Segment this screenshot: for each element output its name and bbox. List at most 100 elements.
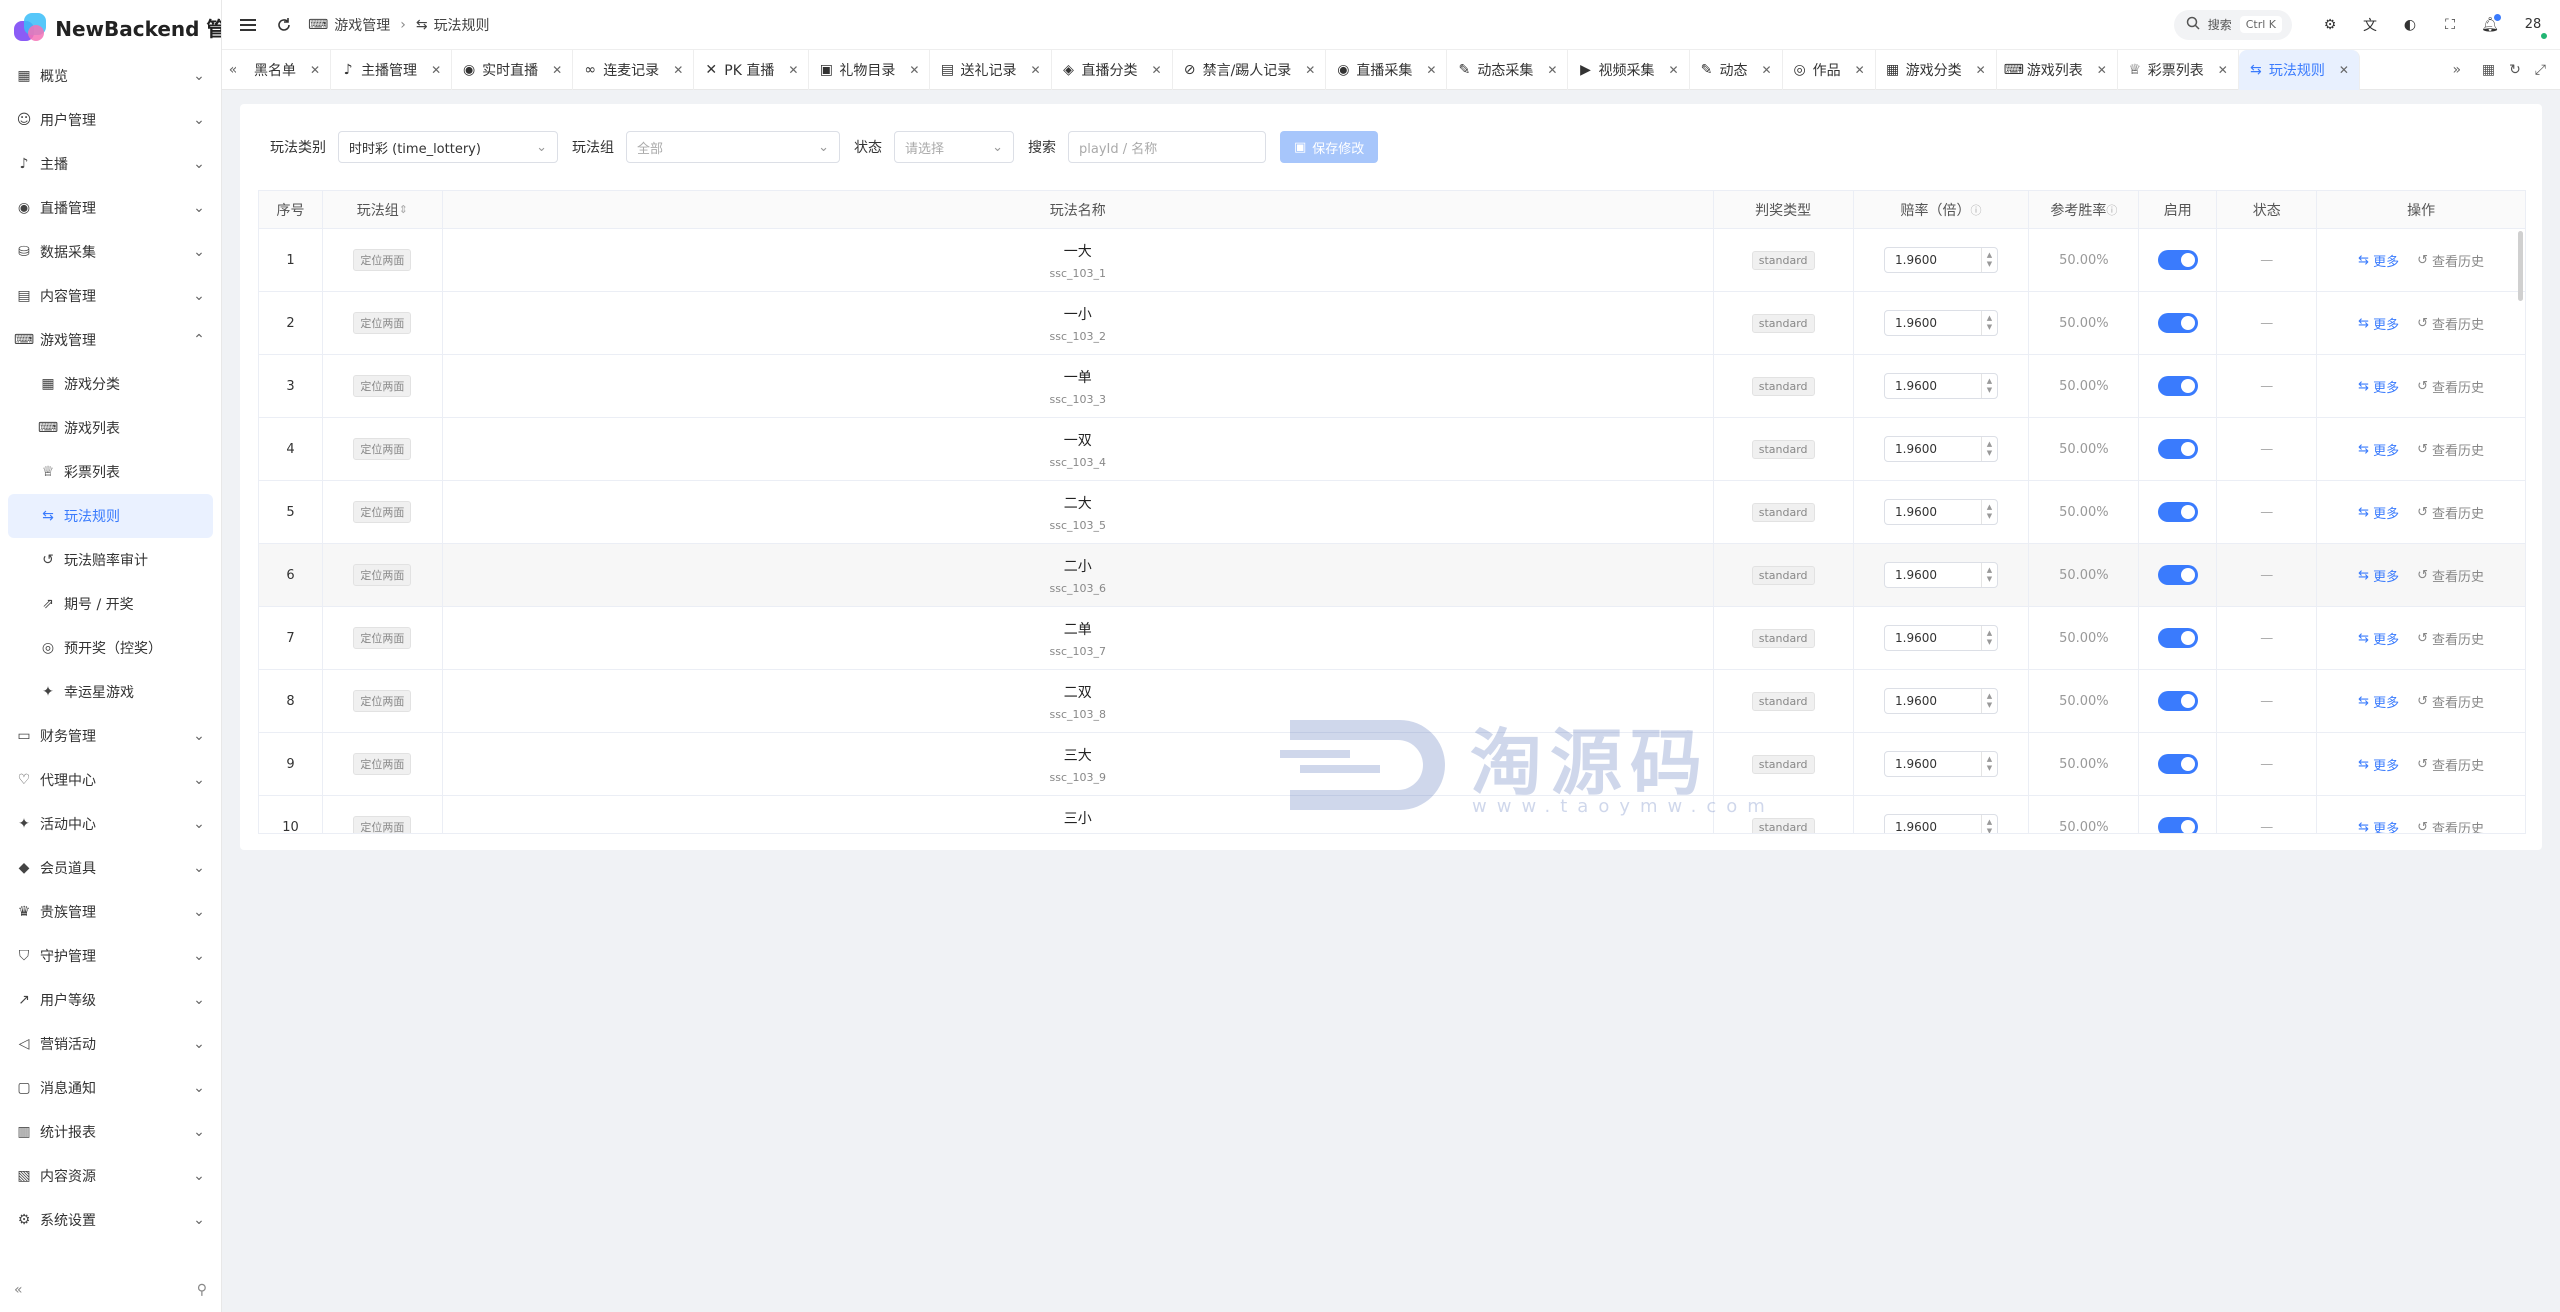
odds-stepper[interactable]: 1.9600 ▲ ▼	[1884, 688, 1998, 714]
translate-icon[interactable]: 文	[2359, 14, 2381, 36]
sidebar-item-sidebar-items-0[interactable]: ▦ 概览 ⌄	[0, 54, 221, 98]
stepper-arrows-icon[interactable]: ▲ ▼	[1981, 311, 1997, 335]
odds-stepper[interactable]: 1.9600 ▲ ▼	[1884, 310, 1998, 336]
view-history-button[interactable]: ↺ 查看历史	[2417, 314, 2484, 333]
close-icon[interactable]: ✕	[1305, 63, 1315, 77]
view-history-button[interactable]: ↺ 查看历史	[2417, 440, 2484, 459]
enabled-toggle[interactable]	[2157, 817, 2198, 833]
view-history-button[interactable]: ↺ 查看历史	[2417, 566, 2484, 585]
stepper-arrows-icon[interactable]: ▲ ▼	[1981, 626, 1997, 650]
stepper-arrows-icon[interactable]: ▲ ▼	[1981, 563, 1997, 587]
enabled-toggle[interactable]	[2157, 313, 2198, 333]
pin-icon[interactable]: ⚲	[197, 1282, 207, 1298]
more-button[interactable]: ⇆ 更多	[2358, 440, 2399, 459]
close-icon[interactable]: ✕	[2339, 63, 2349, 77]
sidebar-item-sidebar-sub_items-6[interactable]: ◎ 预开奖（控奖）	[0, 626, 221, 670]
tabs-scroll-left-icon[interactable]: «	[222, 62, 244, 78]
sidebar-item-sidebar-sub_items-4[interactable]: ↺ 玩法赔率审计	[0, 538, 221, 582]
sidebar-item-sidebar-items_after-7[interactable]: ◁ 营销活动 ⌄	[0, 1022, 221, 1066]
stepper-arrows-icon[interactable]: ▲ ▼	[1981, 374, 1997, 398]
stepper-arrows-icon[interactable]: ▲ ▼	[1981, 689, 1997, 713]
menu-toggle-icon[interactable]	[238, 15, 258, 35]
table-scrollbar[interactable]	[2518, 231, 2523, 301]
status-select[interactable]: 请选择 ⌄	[894, 131, 1014, 163]
sidebar-item-sidebar-items-4[interactable]: ⛁ 数据采集 ⌄	[0, 230, 221, 274]
odds-stepper[interactable]: 1.9600 ▲ ▼	[1884, 499, 1998, 525]
sidebar-item-sidebar-sub_items-0[interactable]: ▦ 游戏分类	[0, 362, 221, 406]
close-icon[interactable]: ✕	[1030, 63, 1040, 77]
refresh-icon[interactable]	[274, 15, 294, 35]
tab-9[interactable]: ◉ 直播采集 ✕	[1326, 49, 1448, 90]
sidebar-item-sidebar-items_after-1[interactable]: ♡ 代理中心 ⌄	[0, 758, 221, 802]
fullscreen-icon[interactable]: ⛶	[2439, 14, 2461, 36]
sidebar-item-sidebar-items-6[interactable]: ⌨ 游戏管理 ⌃	[0, 318, 221, 362]
sidebar-item-sidebar-items_after-2[interactable]: ✦ 活动中心 ⌄	[0, 802, 221, 846]
odds-stepper[interactable]: 1.9600 ▲ ▼	[1884, 436, 1998, 462]
tab-2[interactable]: ◉ 实时直播 ✕	[452, 49, 574, 90]
breadcrumb-item[interactable]: 游戏管理	[334, 15, 390, 35]
more-button[interactable]: ⇆ 更多	[2358, 314, 2399, 333]
close-icon[interactable]: ✕	[909, 63, 919, 77]
view-history-button[interactable]: ↺ 查看历史	[2417, 629, 2484, 648]
view-history-button[interactable]: ↺ 查看历史	[2417, 251, 2484, 270]
sidebar-item-sidebar-items_after-4[interactable]: ♛ 贵族管理 ⌄	[0, 890, 221, 934]
category-select[interactable]: 时时彩 (time_lottery) ⌄	[338, 131, 558, 163]
tab-13[interactable]: ◎ 作品 ✕	[1783, 49, 1876, 90]
sidebar-item-sidebar-items_after-11[interactable]: ⚙ 系统设置 ⌄	[0, 1198, 221, 1242]
view-history-button[interactable]: ↺ 查看历史	[2417, 377, 2484, 396]
odds-stepper[interactable]: 1.9600 ▲ ▼	[1884, 814, 1998, 833]
more-button[interactable]: ⇆ 更多	[2358, 566, 2399, 585]
sidebar-item-sidebar-items_after-10[interactable]: ▧ 内容资源 ⌄	[0, 1154, 221, 1198]
close-icon[interactable]: ✕	[1855, 63, 1865, 77]
info-icon[interactable]: ⓘ	[2106, 202, 2117, 218]
tab-17[interactable]: ⇆ 玩法规则 ✕	[2238, 49, 2360, 90]
info-icon[interactable]: ⓘ	[1971, 202, 1982, 218]
theme-icon[interactable]: ◐	[2399, 14, 2421, 36]
close-icon[interactable]: ✕	[788, 63, 798, 77]
stepper-arrows-icon[interactable]: ▲ ▼	[1981, 500, 1997, 524]
tab-15[interactable]: ⌨ 游戏列表 ✕	[1997, 49, 2118, 90]
close-icon[interactable]: ✕	[1426, 63, 1436, 77]
close-icon[interactable]: ✕	[310, 63, 320, 77]
close-icon[interactable]: ✕	[1668, 63, 1678, 77]
odds-stepper[interactable]: 1.9600 ▲ ▼	[1884, 247, 1998, 273]
sidebar-item-sidebar-items-5[interactable]: ▤ 内容管理 ⌄	[0, 274, 221, 318]
bell-icon[interactable]: 🔔︎	[2479, 13, 2501, 36]
sidebar-item-sidebar-sub_items-5[interactable]: ⇗ 期号 / 开奖	[0, 582, 221, 626]
view-history-button[interactable]: ↺ 查看历史	[2417, 818, 2484, 834]
close-icon[interactable]: ✕	[1152, 63, 1162, 77]
stepper-arrows-icon[interactable]: ▲ ▼	[1981, 437, 1997, 461]
more-button[interactable]: ⇆ 更多	[2358, 692, 2399, 711]
enabled-toggle[interactable]	[2157, 502, 2198, 522]
tab-5[interactable]: ▣ 礼物目录 ✕	[809, 49, 931, 90]
tab-16[interactable]: ♕ 彩票列表 ✕	[2118, 49, 2239, 90]
more-button[interactable]: ⇆ 更多	[2358, 629, 2399, 648]
settings-icon[interactable]: ⚙	[2319, 14, 2341, 36]
enabled-toggle[interactable]	[2157, 754, 2198, 774]
odds-stepper[interactable]: 1.9600 ▲ ▼	[1884, 625, 1998, 651]
tab-4[interactable]: ✕ PK 直播 ✕	[694, 49, 810, 90]
sidebar-item-sidebar-items_after-8[interactable]: ▢ 消息通知 ⌄	[0, 1066, 221, 1110]
close-icon[interactable]: ✕	[673, 63, 683, 77]
more-button[interactable]: ⇆ 更多	[2358, 503, 2399, 522]
enabled-toggle[interactable]	[2157, 250, 2198, 270]
odds-stepper[interactable]: 1.9600 ▲ ▼	[1884, 562, 1998, 588]
sidebar-item-sidebar-items-1[interactable]: ☺ 用户管理 ⌄	[0, 98, 221, 142]
close-icon[interactable]: ✕	[2218, 63, 2228, 77]
column-header[interactable]: 玩法组 ⇕	[323, 191, 443, 228]
sidebar-item-sidebar-items-3[interactable]: ◉ 直播管理 ⌄	[0, 186, 221, 230]
close-icon[interactable]: ✕	[1547, 63, 1557, 77]
sidebar-item-sidebar-items-2[interactable]: ♪ 主播 ⌄	[0, 142, 221, 186]
grid-view-icon[interactable]: ▦	[2482, 62, 2495, 78]
more-button[interactable]: ⇆ 更多	[2358, 755, 2399, 774]
maximize-icon[interactable]: ⤢	[2535, 62, 2546, 78]
search-input[interactable]: playId / 名称	[1068, 131, 1266, 163]
group-select[interactable]: 全部 ⌄	[626, 131, 840, 163]
tab-8[interactable]: ⊘ 禁言/踢人记录 ✕	[1173, 49, 1327, 90]
tab-14[interactable]: ▦ 游戏分类 ✕	[1876, 49, 1997, 90]
close-icon[interactable]: ✕	[431, 63, 441, 77]
tabs-scroll-right-icon[interactable]: »	[2446, 62, 2468, 78]
global-search-button[interactable]: 搜索 Ctrl K	[2173, 9, 2292, 40]
tab-12[interactable]: ✎ 动态 ✕	[1690, 49, 1783, 90]
sidebar-item-sidebar-sub_items-7[interactable]: ✦ 幸运星游戏	[0, 670, 221, 714]
